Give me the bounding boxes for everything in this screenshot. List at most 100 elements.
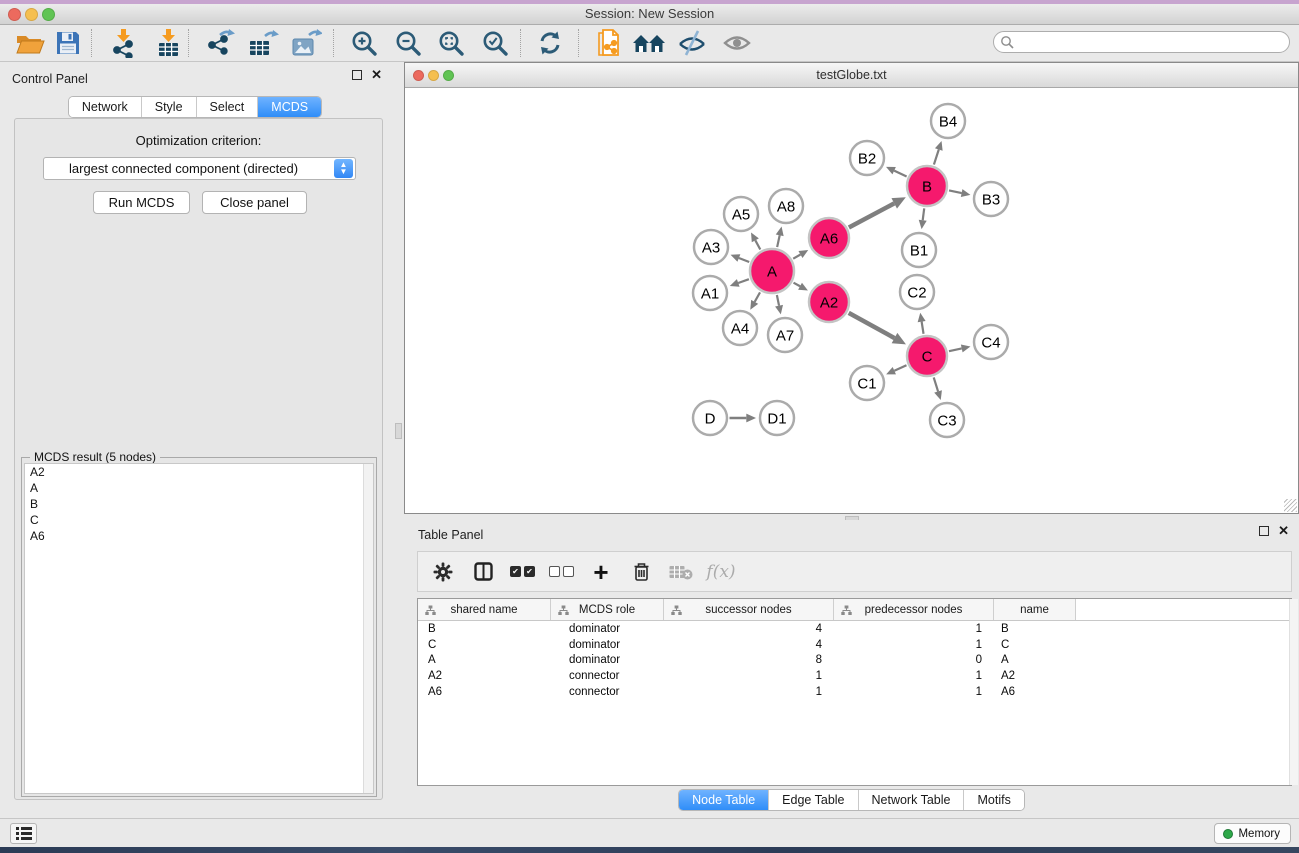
- result-node-item[interactable]: A: [25, 480, 373, 496]
- export-network-button[interactable]: [201, 26, 239, 60]
- result-node-item[interactable]: A6: [25, 528, 373, 544]
- add-column-button[interactable]: +: [588, 559, 614, 585]
- table-row[interactable]: A6connector11A6: [418, 684, 1291, 700]
- window-resize-grip[interactable]: [1284, 499, 1297, 512]
- graph-node-B2[interactable]: B2: [850, 141, 884, 175]
- optimization-criterion-select[interactable]: largest connected component (directed) ▲…: [43, 157, 356, 180]
- unselect-all-button[interactable]: [549, 566, 574, 577]
- graph-node-A5[interactable]: A5: [724, 197, 758, 231]
- delete-table-button[interactable]: [668, 559, 694, 585]
- hide-preview-button[interactable]: [673, 26, 711, 60]
- edge-A-A1[interactable]: [730, 279, 749, 287]
- result-node-item[interactable]: B: [25, 496, 373, 512]
- export-table-button[interactable]: [244, 26, 282, 60]
- float-panel-icon[interactable]: [352, 70, 362, 80]
- function-builder-button[interactable]: f(x): [708, 559, 734, 585]
- edge-A6-B[interactable]: [849, 197, 906, 227]
- tab-node-table[interactable]: Node Table: [679, 790, 768, 810]
- zoom-out-button[interactable]: [389, 26, 427, 60]
- tab-select[interactable]: Select: [196, 97, 258, 117]
- table-row[interactable]: Adominator80A: [418, 653, 1291, 669]
- edge-C-C3[interactable]: [934, 377, 942, 399]
- graph-node-D[interactable]: D: [693, 401, 727, 435]
- result-node-item[interactable]: C: [25, 512, 373, 528]
- show-preview-button[interactable]: [718, 26, 756, 60]
- graph-node-A6[interactable]: A6: [809, 218, 849, 258]
- edge-B-B3[interactable]: [949, 189, 970, 197]
- graph-node-C3[interactable]: C3: [930, 403, 964, 437]
- edge-A-A5[interactable]: [751, 232, 760, 249]
- edge-B-B2[interactable]: [886, 167, 907, 177]
- tab-mcds[interactable]: MCDS: [257, 97, 321, 117]
- import-network-button[interactable]: [104, 26, 142, 60]
- refresh-layout-button[interactable]: [531, 26, 569, 60]
- edge-A-A3[interactable]: [731, 254, 750, 262]
- export-image-button[interactable]: [287, 26, 325, 60]
- graph-node-C1[interactable]: C1: [850, 366, 884, 400]
- edge-A-A2[interactable]: [794, 283, 808, 291]
- edge-A2-C[interactable]: [849, 313, 906, 345]
- table-row[interactable]: Bdominator41B: [418, 621, 1291, 637]
- edge-A-A4[interactable]: [750, 292, 760, 309]
- window-minimize-light[interactable]: [25, 8, 38, 21]
- graph-node-D1[interactable]: D1: [760, 401, 794, 435]
- network-close-light[interactable]: [413, 70, 424, 81]
- network-graph-svg[interactable]: B4B2BB3A8A5A6A3B1AA1C2A2A4A7C4CC1C3DD1: [405, 88, 1298, 513]
- network-zoom-light[interactable]: [443, 70, 454, 81]
- column-header-name[interactable]: name: [994, 599, 1076, 620]
- close-table-panel-icon[interactable]: ✕: [1278, 526, 1289, 536]
- home-views-button[interactable]: [630, 26, 668, 60]
- window-zoom-light[interactable]: [42, 8, 55, 21]
- run-mcds-button[interactable]: Run MCDS: [93, 191, 190, 214]
- column-header-successor-nodes[interactable]: successor nodes: [664, 599, 834, 620]
- import-table-button[interactable]: [149, 26, 187, 60]
- edge-B-B1[interactable]: [919, 208, 927, 229]
- window-close-light[interactable]: [8, 8, 21, 21]
- edge-C-C1[interactable]: [886, 365, 906, 374]
- table-row[interactable]: Cdominator41C: [418, 637, 1291, 653]
- edge-D-D1[interactable]: [730, 414, 757, 423]
- mcds-result-list[interactable]: A2ABCA6: [24, 463, 374, 794]
- tab-style[interactable]: Style: [141, 97, 196, 117]
- toolbar-search[interactable]: [993, 31, 1290, 53]
- edge-C-C2[interactable]: [918, 313, 926, 334]
- zoom-selected-button[interactable]: [476, 26, 514, 60]
- result-list-scrollbar[interactable]: [363, 464, 373, 793]
- close-panel-button[interactable]: Close panel: [202, 191, 307, 214]
- tab-motifs[interactable]: Motifs: [963, 790, 1023, 810]
- column-header-shared-name[interactable]: shared name: [418, 599, 551, 620]
- graph-node-A3[interactable]: A3: [694, 230, 728, 264]
- graph-node-A7[interactable]: A7: [768, 318, 802, 352]
- graph-node-A8[interactable]: A8: [769, 189, 803, 223]
- edge-A-A8[interactable]: [776, 227, 784, 248]
- attribute-settings-button[interactable]: [430, 559, 456, 585]
- graph-node-B4[interactable]: B4: [931, 104, 965, 138]
- graph-node-A4[interactable]: A4: [723, 311, 757, 345]
- tab-network[interactable]: Network: [69, 97, 141, 117]
- column-header-predecessor-nodes[interactable]: predecessor nodes: [834, 599, 994, 620]
- graph-node-A[interactable]: A: [750, 249, 794, 293]
- save-session-button[interactable]: [49, 26, 87, 60]
- table-row[interactable]: A2connector11A2: [418, 668, 1291, 684]
- network-window-titlebar[interactable]: testGlobe.txt: [405, 63, 1298, 88]
- search-input[interactable]: [1014, 35, 1289, 49]
- graph-node-B1[interactable]: B1: [902, 233, 936, 267]
- select-all-button[interactable]: ✔✔: [510, 566, 535, 577]
- column-header-MCDS-role[interactable]: MCDS role: [551, 599, 664, 620]
- open-session-button[interactable]: [11, 26, 49, 60]
- graph-node-A2[interactable]: A2: [809, 282, 849, 322]
- table-scrollbar[interactable]: [1289, 599, 1298, 785]
- graph-node-C2[interactable]: C2: [900, 275, 934, 309]
- column-visibility-button[interactable]: [470, 559, 496, 585]
- network-canvas[interactable]: B4B2BB3A8A5A6A3B1AA1C2A2A4A7C4CC1C3DD1: [405, 88, 1298, 513]
- edge-B-B4[interactable]: [934, 141, 943, 165]
- float-table-panel-icon[interactable]: [1259, 526, 1269, 536]
- edge-A-A7[interactable]: [775, 295, 783, 314]
- network-minimize-light[interactable]: [428, 70, 439, 81]
- task-history-button[interactable]: [10, 823, 37, 844]
- graph-node-A1[interactable]: A1: [693, 276, 727, 310]
- graph-node-C[interactable]: C: [907, 336, 947, 376]
- delete-column-button[interactable]: [628, 559, 654, 585]
- vertical-splitter-handle[interactable]: [395, 423, 402, 439]
- network-file-button[interactable]: [590, 26, 628, 60]
